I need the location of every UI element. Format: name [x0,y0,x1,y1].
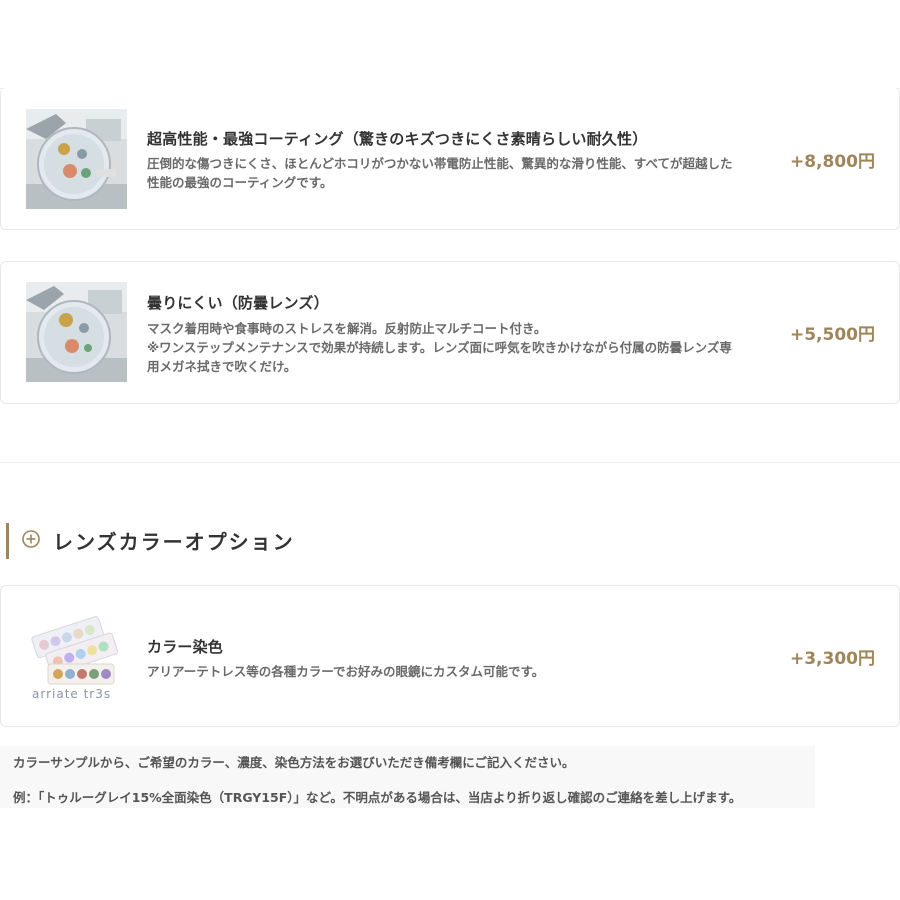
option-title: カラー染色 [147,638,224,656]
option-title: 超高性能・最強コーティング（驚きのキズつきにくさ素晴らしい耐久性） [147,130,648,148]
option-price: +3,300円 [789,649,875,669]
lens-color-section-heading: レンズカラーオプション [6,523,293,559]
option-card-antifog[interactable]: 曇りにくい（防曇レンズ） マスク着用時や食事時のストレスを解消。反射防止マルチコ… [0,261,900,404]
option-price: +8,800円 [789,152,875,172]
note-line-instructions: カラーサンプルから、ご希望のカラー、濃度、染色方法をお選びいただき備考欄にご記入… [13,755,575,770]
option-card-coating[interactable]: 超高性能・最強コーティング（驚きのキズつきにくさ素晴らしい耐久性） 圧倒的な傷つ… [0,88,900,230]
option-description: 圧倒的な傷つきにくさ、ほとんどホコリがつかない帯電防止性能、驚異的な滑り性能、す… [147,156,733,190]
plus-circle-icon [22,530,40,548]
option-price: +5,500円 [789,325,875,345]
coating-lens-image [26,109,127,209]
note-line-example: 例：「トゥルーグレイ15%全面染色（TRGY15F）」など。不明点がある場合は、… [13,790,742,805]
option-card-color-dye[interactable]: arriate tr3s カラー染色 アリアーテトレス等の各種カラーでお好みの眼… [0,585,900,727]
option-title: 曇りにくい（防曇レンズ） [147,294,329,312]
color-sample-image: arriate tr3s [26,606,130,706]
option-description: アリアーテトレス等の各種カラーでお好みの眼鏡にカスタム可能です。 [147,664,545,679]
brand-logo-text: arriate tr3s [32,687,111,701]
option-description: マスク着用時や食事時のストレスを解消。反射防止マルチコート付き。 ※ワンステップ… [147,321,732,374]
color-instructions-note: カラーサンプルから、ご希望のカラー、濃度、染色方法をお選びいただき備考欄にご記入… [0,746,815,808]
section-divider [0,462,900,463]
section-title: レンズカラーオプション [53,530,295,554]
antifog-lens-image [26,282,127,382]
